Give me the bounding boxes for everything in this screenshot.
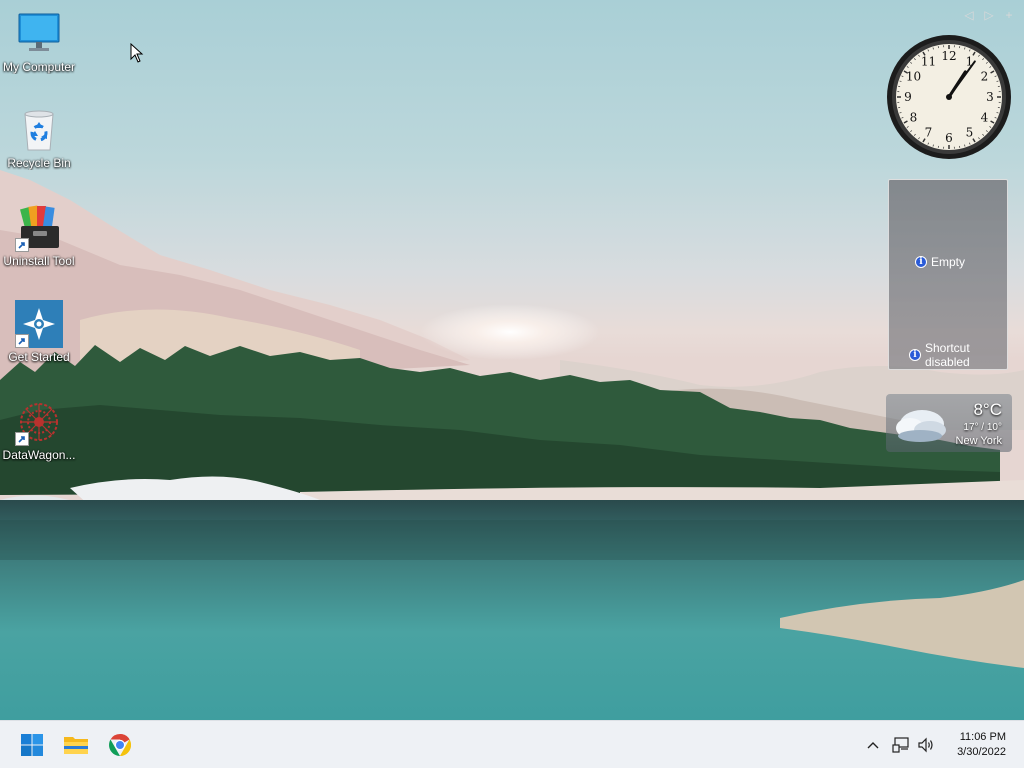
cloud-icon: [896, 410, 946, 442]
shortcut-arrow-icon: [15, 432, 29, 446]
previous-icon[interactable]: ◁: [962, 8, 976, 22]
desktop-icon-get-started[interactable]: Get Started: [0, 300, 78, 364]
clock-numeral: 2: [981, 70, 989, 84]
desktop-icon-label: My Computer: [2, 60, 76, 74]
clock-numeral: 7: [925, 126, 933, 140]
desktop-icon-datawagon[interactable]: DataWagon...: [0, 398, 78, 462]
gadget-sidebar-controls: ◁ ▷ +: [962, 8, 1016, 22]
desktop-icon-recycle-bin[interactable]: Recycle Bin: [0, 106, 78, 170]
desktop-icon-label: Uninstall Tool: [3, 254, 75, 268]
clock-numeral: 11: [921, 54, 936, 68]
taskbar: 11:06 PM 3/30/2022: [0, 720, 1024, 768]
taskbar-clock[interactable]: 11:06 PM 3/30/2022: [957, 730, 1006, 760]
shortcut-disabled-label: Shortcut disabled: [925, 341, 970, 369]
info-icon: i: [909, 349, 921, 361]
file-explorer-icon: [64, 737, 88, 754]
clock-numeral: 5: [966, 126, 974, 140]
weather-range: 17° / 10°: [963, 422, 1002, 433]
desktop-icon-my-computer[interactable]: My Computer: [0, 10, 78, 74]
weather-gadget[interactable]: 8°C 17° / 10° New York: [886, 394, 1012, 452]
get-started-icon: [15, 300, 63, 348]
shortcut-arrow-icon: [15, 238, 29, 252]
taskbar-time: 11:06 PM: [959, 731, 1006, 743]
slideshow-gadget[interactable]: i Empty i Shortcut disabled: [888, 179, 1008, 370]
weather-city: New York: [955, 435, 1002, 447]
desktop-icon-label: DataWagon...: [2, 448, 76, 462]
clock-numeral: 12: [941, 49, 956, 63]
desktop-icon-uninstall-tool[interactable]: Uninstall Tool: [0, 204, 78, 268]
clock-numeral: 4: [981, 111, 989, 125]
info-icon: i: [915, 256, 927, 268]
next-icon[interactable]: ▷: [982, 8, 996, 22]
desktop-wallpaper: [0, 0, 1024, 720]
clock-gadget[interactable]: 12 1 2 3 4 5 6 7 8 9 10 11: [886, 34, 1012, 160]
add-icon[interactable]: +: [1002, 8, 1016, 22]
chevron-up-icon: [867, 742, 879, 749]
file-explorer-button[interactable]: [60, 729, 92, 761]
desktop-icon-label: Get Started: [8, 350, 70, 364]
start-icon: [21, 734, 43, 756]
clock-numeral: 3: [986, 90, 994, 104]
network-icon: [892, 737, 909, 753]
clock-numeral: 6: [945, 131, 953, 145]
volume-icon: [918, 737, 933, 753]
mouse-cursor-icon: [130, 43, 144, 63]
uninstall-tool-icon: [15, 204, 63, 252]
clock-numeral: 10: [906, 70, 921, 84]
clock-numeral: 8: [910, 111, 918, 125]
chrome-button[interactable]: [104, 729, 136, 761]
shortcut-arrow-icon: [15, 334, 29, 348]
monitor-icon: [15, 10, 63, 58]
taskbar-date: 3/30/2022: [957, 746, 1006, 758]
network-button[interactable]: [890, 721, 912, 768]
empty-label: Empty: [931, 255, 966, 269]
desktop-icon-label: Recycle Bin: [7, 156, 71, 170]
datawagon-icon: [15, 398, 63, 446]
chrome-icon: [109, 734, 131, 756]
clock-numeral: 9: [904, 90, 912, 104]
weather-temp: 8°C: [973, 400, 1002, 419]
recycle-bin-icon: [15, 106, 63, 154]
start-button[interactable]: [16, 729, 48, 761]
volume-button[interactable]: [914, 721, 938, 768]
show-hidden-icons-button[interactable]: [862, 721, 884, 768]
